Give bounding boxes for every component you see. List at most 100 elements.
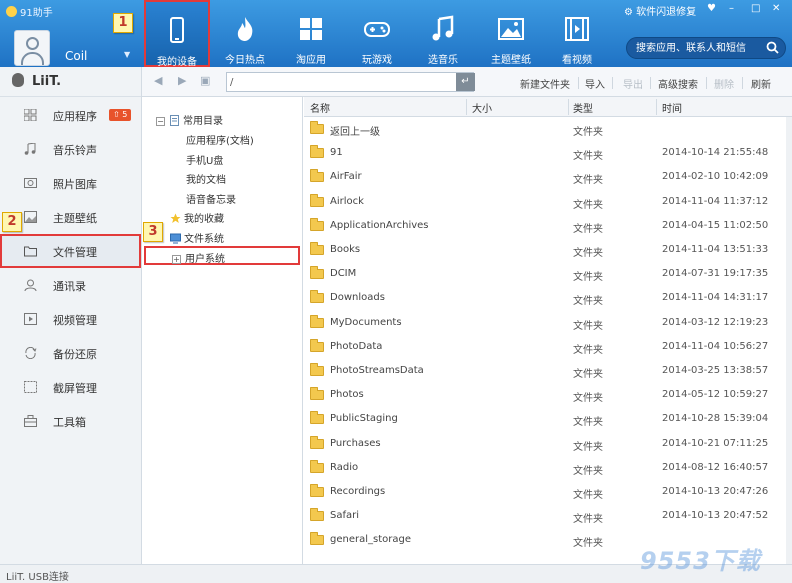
table-row[interactable]: Radio 文件夹 2014-08-12 16:40:57 xyxy=(304,456,792,480)
path-input[interactable] xyxy=(227,73,447,91)
tree-node-user-system[interactable]: + 用户系统 xyxy=(144,246,300,265)
back-arrow-icon[interactable]: ◀ xyxy=(154,74,162,87)
table-row[interactable]: ApplicationArchives 文件夹 2014-04-15 11:02:5… xyxy=(304,214,792,238)
tree-node-label: 用户系统 xyxy=(185,254,225,265)
file-time: 2014-11-04 10:56:27 xyxy=(662,340,769,352)
repair-notice-link[interactable]: ⚙ 软件闪退修复 xyxy=(624,3,696,18)
search-box[interactable] xyxy=(626,37,786,59)
column-name[interactable]: 名称 xyxy=(310,100,330,115)
tab-games[interactable]: 玩游戏 xyxy=(344,0,410,67)
tab-music[interactable]: 选音乐 xyxy=(410,0,476,67)
file-type: 文件夹 xyxy=(573,296,603,308)
new-folder-button[interactable]: 新建文件夹 xyxy=(520,76,570,91)
user-dropdown-icon[interactable]: ▼ xyxy=(124,50,130,59)
sidebar-item-contacts[interactable]: 通讯录 xyxy=(0,268,141,302)
tree-node-label: 手机U盘 xyxy=(186,156,224,167)
tab-wallpaper[interactable]: 主题壁纸 xyxy=(478,0,544,67)
file-name: Books xyxy=(330,244,361,255)
file-time: 2014-08-12 16:40:57 xyxy=(662,461,769,473)
table-row[interactable]: PhotoData 文件夹 2014-11-04 10:56:27 xyxy=(304,335,792,359)
table-row[interactable]: Downloads 文件夹 2014-11-04 14:31:17 xyxy=(304,286,792,310)
watermark: 9553下载 xyxy=(640,547,761,575)
table-row[interactable]: Safari 文件夹 2014-10-13 20:47:52 xyxy=(304,504,792,528)
tree-node-apps-docs[interactable]: 应用程序(文档) xyxy=(186,132,254,147)
column-type[interactable]: 类型 xyxy=(573,100,593,115)
tab-apps[interactable]: 淘应用 xyxy=(278,0,344,67)
sidebar-item-label: 照片图库 xyxy=(53,178,97,191)
table-row[interactable]: Airlock 文件夹 2014-11-04 11:37:12 xyxy=(304,190,792,214)
app-title-text: 91助手 xyxy=(20,8,53,19)
path-go-icon[interactable]: ↵ xyxy=(456,73,475,91)
sidebar-item-photos[interactable]: 照片图库 xyxy=(0,166,141,200)
update-count: 5 xyxy=(122,110,128,119)
folder-icon xyxy=(310,314,324,328)
import-button[interactable]: 导入 xyxy=(585,76,605,91)
tab-today-hot[interactable]: 今日热点 xyxy=(212,0,278,67)
tree-node-voice-memo[interactable]: 语音备忘录 xyxy=(186,191,236,206)
close-button[interactable]: ✕ xyxy=(772,3,780,14)
video-icon xyxy=(24,313,37,325)
file-name: DCIM xyxy=(330,268,357,280)
table-row[interactable]: 91 文件夹 2014-10-14 21:55:48 xyxy=(304,141,792,165)
refresh-button[interactable]: 刷新 xyxy=(751,76,771,91)
sidebar-item-label: 备份还原 xyxy=(53,348,97,361)
maximize-button[interactable]: □ xyxy=(751,3,760,14)
table-row[interactable]: Purchases 文件夹 2014-10-21 07:11:25 xyxy=(304,432,792,456)
tree-node-my-docs[interactable]: 我的文档 xyxy=(186,171,226,186)
delete-button[interactable]: 删除 xyxy=(714,76,734,91)
table-row[interactable]: Photos 文件夹 2014-05-12 10:59:27 xyxy=(304,383,792,407)
collapse-icon[interactable]: − xyxy=(156,117,165,126)
tab-video[interactable]: 看视频 xyxy=(544,0,610,67)
callout-1: 1 xyxy=(113,13,133,33)
tree-node-favorites[interactable]: 我的收藏 xyxy=(170,210,224,225)
top-bar: 91助手 Coil ▼ 我的设备 今日热点 淘应用 玩游戏 选音乐 主题壁纸 看… xyxy=(0,0,792,68)
table-row[interactable]: PhotoStreamsData 文件夹 2014-03-25 13:38:57 xyxy=(304,359,792,383)
export-button[interactable]: 导出 xyxy=(623,76,643,91)
table-row[interactable]: DCIM 文件夹 2014-07-31 19:17:35 xyxy=(304,262,792,286)
sidebar-item-file-manager[interactable]: 文件管理 xyxy=(0,234,141,268)
path-box[interactable] xyxy=(226,72,474,92)
table-row[interactable]: PublicStaging 文件夹 2014-10-28 15:39:04 xyxy=(304,407,792,431)
sidebar-item-label: 主题壁纸 xyxy=(53,212,97,225)
table-row[interactable]: AirFair 文件夹 2014-02-10 10:42:09 xyxy=(304,165,792,189)
tree-node-file-system[interactable]: 文件系统 xyxy=(170,230,224,245)
username[interactable]: Coil xyxy=(65,49,87,63)
folder-icon xyxy=(310,411,324,425)
tree-node-usb-disk[interactable]: 手机U盘 xyxy=(186,152,223,167)
toolbar-divider xyxy=(578,77,579,89)
table-row[interactable]: Books 文件夹 2014-11-04 13:51:33 xyxy=(304,238,792,262)
sidebar-item-label: 视频管理 xyxy=(53,314,97,327)
tab-label: 选音乐 xyxy=(428,55,458,66)
column-divider xyxy=(568,99,569,115)
search-icon[interactable] xyxy=(766,41,779,54)
tab-label: 看视频 xyxy=(562,55,592,66)
table-row[interactable]: MyDocuments 文件夹 2014-03-12 12:19:23 xyxy=(304,311,792,335)
tab-my-device[interactable]: 我的设备 xyxy=(144,0,210,68)
file-type: 文件夹 xyxy=(573,272,603,284)
avatar[interactable] xyxy=(14,30,50,66)
sidebar-item-apps[interactable]: 应用程序 ⇧ 5 xyxy=(0,98,141,132)
sidebar-item-music[interactable]: 音乐铃声 xyxy=(0,132,141,166)
tree-node-common-dirs[interactable]: − 常用目录 xyxy=(156,112,223,127)
file-time: 2014-03-25 13:38:57 xyxy=(662,365,769,376)
column-size[interactable]: 大小 xyxy=(472,100,492,115)
sidebar-item-videos[interactable]: 视频管理 xyxy=(0,302,141,336)
skin-icon[interactable]: ♥ xyxy=(707,3,716,14)
minimize-button[interactable]: – xyxy=(729,3,734,14)
expand-icon[interactable]: + xyxy=(172,255,181,264)
tree-node-label: 应用程序(文档) xyxy=(186,136,254,147)
forward-arrow-icon[interactable]: ▶ xyxy=(178,74,186,87)
column-time[interactable]: 时间 xyxy=(662,100,682,115)
file-time: 2014-04-15 11:02:50 xyxy=(662,219,769,231)
search-input[interactable] xyxy=(636,41,764,55)
sidebar-item-backup[interactable]: 备份还原 xyxy=(0,336,141,370)
flame-icon xyxy=(237,17,253,41)
sidebar-item-toolbox[interactable]: 工具箱 xyxy=(0,404,141,438)
table-row[interactable]: 返回上一级 文件夹 xyxy=(304,117,792,141)
parent-folder-icon[interactable]: ▣ xyxy=(200,74,210,87)
file-name: ApplicationArchives xyxy=(330,219,429,231)
advanced-search-button[interactable]: 高级搜索 xyxy=(658,76,698,91)
vertical-scrollbar[interactable] xyxy=(786,117,792,564)
sidebar-item-screenshots[interactable]: 截屏管理 xyxy=(0,370,141,404)
table-row[interactable]: Recordings 文件夹 2014-10-13 20:47:26 xyxy=(304,480,792,504)
